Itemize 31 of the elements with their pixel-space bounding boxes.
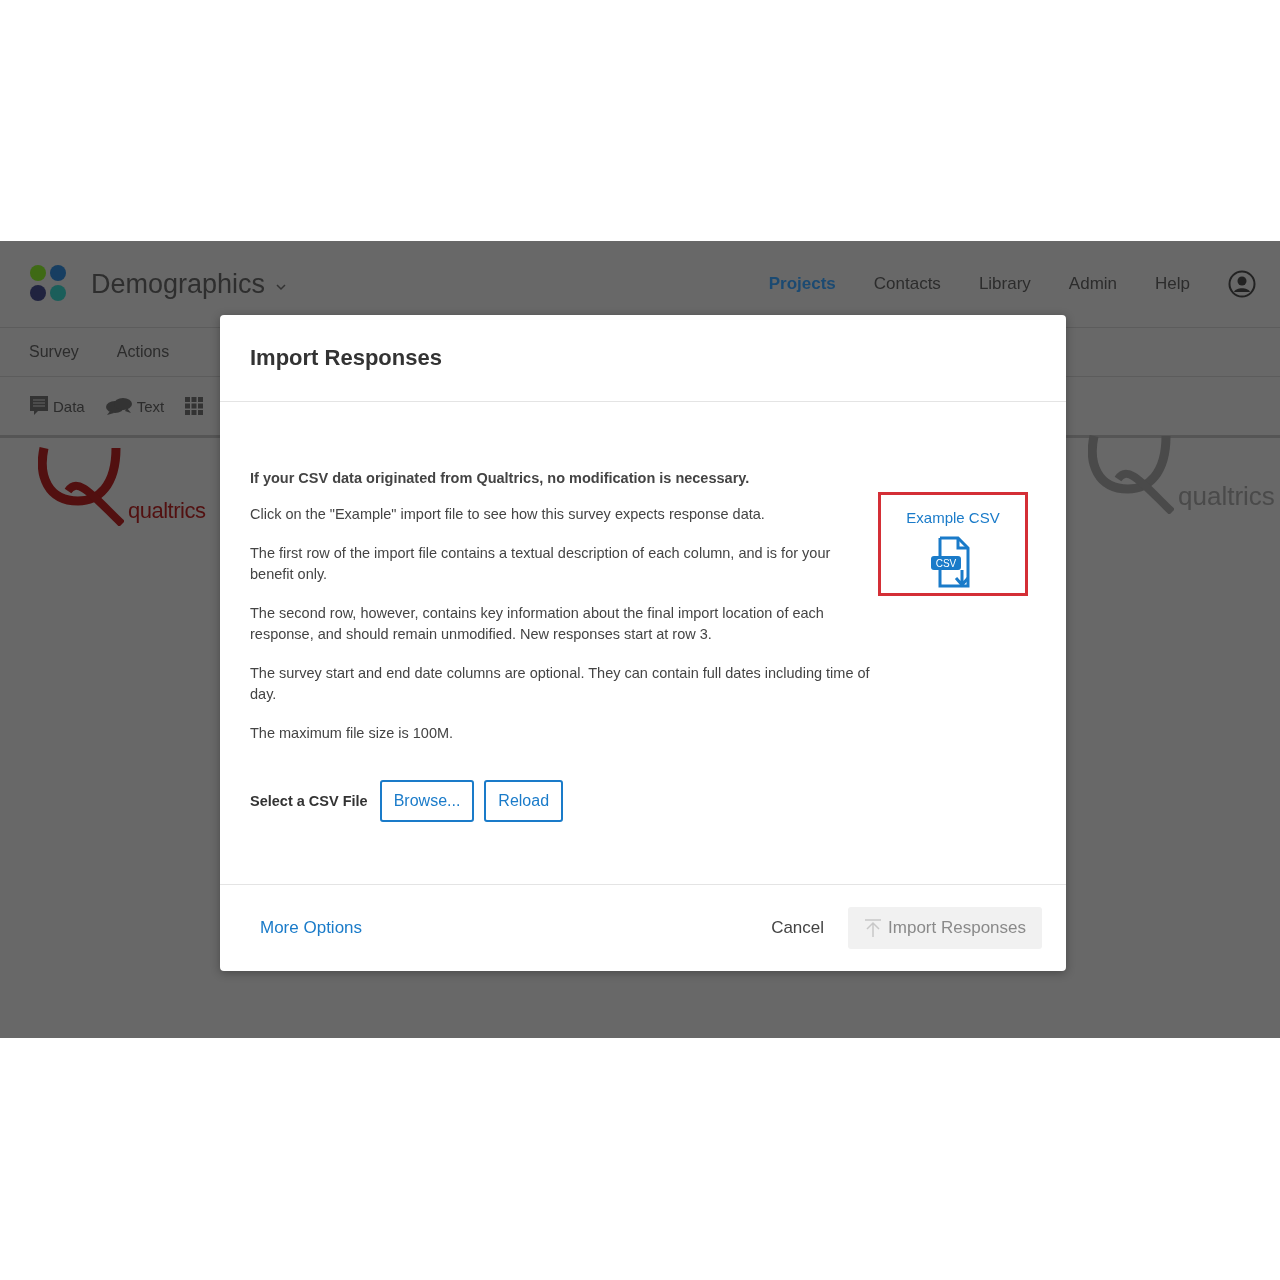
logo-text: qualtrics — [128, 498, 206, 524]
paragraph: The first row of the import file contains a textual description of each column, and is for your benefit only. — [250, 544, 832, 584]
toolbar-label[interactable]: Text — [136, 397, 165, 415]
paragraph: The maximum file size is 100M. — [250, 724, 455, 743]
lead-text: If your CSV data originated from Qualtrics, no modification is necessary. — [250, 470, 751, 486]
comment-icon[interactable] — [29, 395, 49, 417]
paragraph: The second row, however, contains key information about the final import location of each response, and should remain unmodified. New responses start at row 3. — [250, 604, 825, 644]
menu-tab[interactable]: Actions — [116, 343, 170, 361]
more-options-link[interactable]: More Options — [260, 918, 363, 938]
nav-link[interactable]: Projects — [768, 274, 836, 294]
file-label: Select a CSV File — [250, 793, 368, 809]
nav-link[interactable]: Help — [1155, 274, 1190, 294]
q-logo-icon — [38, 446, 124, 526]
project-title[interactable]: Demographics — [91, 268, 266, 300]
chat-icon[interactable] — [104, 396, 133, 416]
nav-link[interactable]: Library — [978, 274, 1031, 294]
paragraph: The survey start and end date columns are optional. They can contain full dates including time of day. — [250, 664, 870, 704]
logo-icon — [29, 264, 69, 304]
user-avatar-icon[interactable] — [1228, 270, 1256, 298]
paragraph: Click on the "Example" import file to see how this survey expects response data. — [250, 505, 766, 524]
chevron-down-icon[interactable] — [275, 283, 288, 291]
nav-link[interactable]: Admin — [1068, 274, 1118, 294]
toolbar-label[interactable]: Data — [53, 397, 85, 415]
nav-link[interactable]: Contacts — [873, 274, 941, 294]
menu-tab[interactable]: Survey — [29, 343, 79, 361]
file-button[interactable]: Browse... — [379, 780, 475, 822]
file-button[interactable]: Reload — [484, 780, 564, 822]
dialog-title: Import Responses — [250, 345, 442, 371]
cancel-button[interactable]: Cancel — [765, 917, 831, 939]
grid-icon[interactable] — [184, 396, 205, 416]
example-csv-link[interactable]: Example CSV CSV — [878, 492, 1028, 596]
